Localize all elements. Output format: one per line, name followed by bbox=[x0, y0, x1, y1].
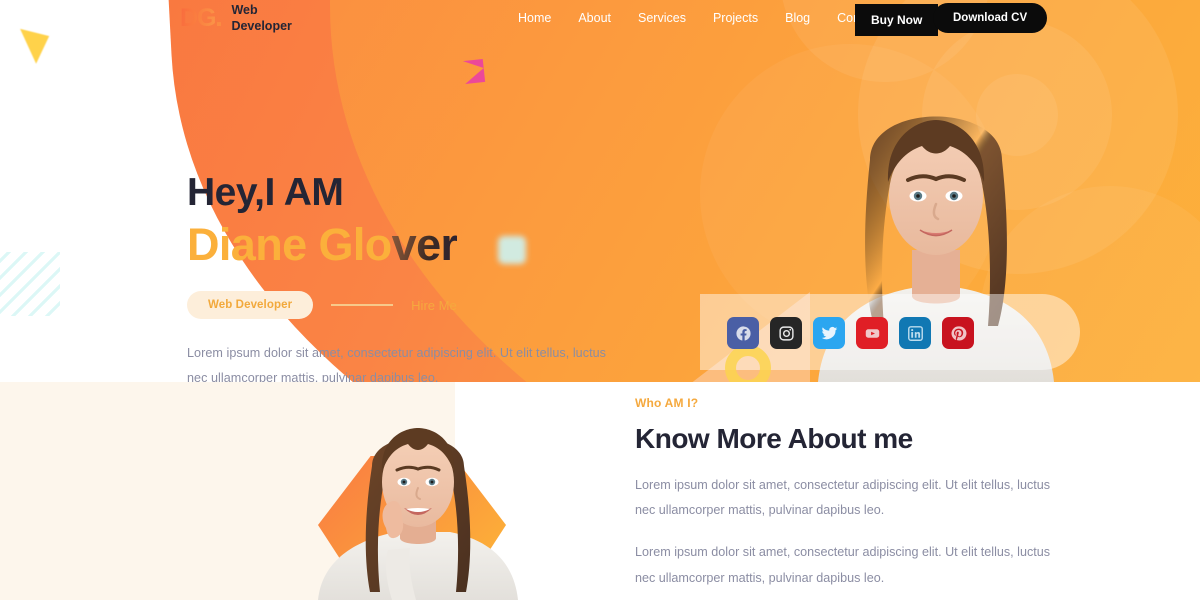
hero-role-badge: Web Developer bbox=[187, 291, 314, 319]
social-link-pinterest[interactable] bbox=[942, 317, 974, 349]
social-link-instagram[interactable] bbox=[770, 317, 802, 349]
nav-item-about[interactable]: About bbox=[578, 11, 611, 25]
hire-me-link[interactable]: Hire Me bbox=[411, 298, 457, 313]
tag-divider-line bbox=[331, 304, 394, 306]
linkedin-icon bbox=[907, 325, 923, 341]
hero-paragraph: Lorem ipsum dolor sit amet, consectetur … bbox=[187, 346, 607, 382]
top-navigation: DG. Web Developer Home About Services Pr… bbox=[0, 0, 1200, 38]
logo-text-line1: Web bbox=[231, 3, 258, 17]
nav-item-projects[interactable]: Projects bbox=[713, 11, 758, 25]
hero-name-highlight: Diane Glo bbox=[187, 219, 392, 271]
facebook-icon bbox=[735, 325, 751, 341]
buy-now-button[interactable]: Buy Now bbox=[855, 4, 939, 36]
social-link-facebook[interactable] bbox=[727, 317, 759, 349]
youtube-icon bbox=[865, 328, 879, 338]
nav-item-blog[interactable]: Blog bbox=[785, 11, 810, 25]
pink-triangle-icon bbox=[462, 59, 486, 84]
about-copy: Who AM I? Know More About me Lorem ipsum… bbox=[635, 396, 1065, 600]
about-paragraph: Lorem ipsum dolor sit amet, consectetur … bbox=[635, 545, 1051, 585]
social-link-twitter[interactable] bbox=[813, 317, 845, 349]
logo-text: Web Developer bbox=[231, 2, 291, 34]
nav-item-services[interactable]: Services bbox=[638, 11, 686, 25]
social-link-youtube[interactable] bbox=[856, 317, 888, 349]
twitter-icon bbox=[821, 326, 837, 339]
hero-section: Hey,I AM Diane Glover Web Developer Hire… bbox=[0, 0, 1200, 382]
about-paragraph: Lorem ipsum dolor sit amet, consectetur … bbox=[635, 478, 1051, 518]
hero-name: Diane Glover bbox=[187, 218, 627, 273]
logo-mark: DG. bbox=[180, 3, 223, 32]
instagram-icon bbox=[778, 325, 794, 341]
diagonal-stripes-decoration bbox=[0, 252, 60, 316]
about-portrait-photo bbox=[300, 420, 525, 600]
logo-dot-icon: . bbox=[215, 3, 223, 32]
nav-item-home[interactable]: Home bbox=[518, 11, 551, 25]
about-eyebrow: Who AM I? bbox=[635, 396, 699, 410]
portfolio-landing-page: Hey,I AM Diane Glover Web Developer Hire… bbox=[0, 0, 1200, 600]
nav-links: Home About Services Projects Blog Contac… bbox=[518, 11, 880, 25]
hero-name-tail: ver bbox=[391, 219, 458, 271]
about-heading: Know More About me bbox=[635, 423, 913, 454]
logo-text-line2: Developer bbox=[231, 19, 292, 33]
hero-greeting: Hey,I AM bbox=[187, 171, 344, 214]
download-cv-button[interactable]: Download CV bbox=[933, 3, 1048, 33]
pinterest-icon bbox=[950, 325, 966, 341]
social-link-linkedin[interactable] bbox=[899, 317, 931, 349]
hero-tag-row: Web Developer Hire Me bbox=[187, 291, 627, 319]
social-links-row bbox=[727, 317, 974, 349]
hero-copy: Hey,I AM Diane Glover Web Developer Hire… bbox=[187, 171, 627, 382]
logo[interactable]: DG. Web Developer bbox=[180, 2, 292, 34]
